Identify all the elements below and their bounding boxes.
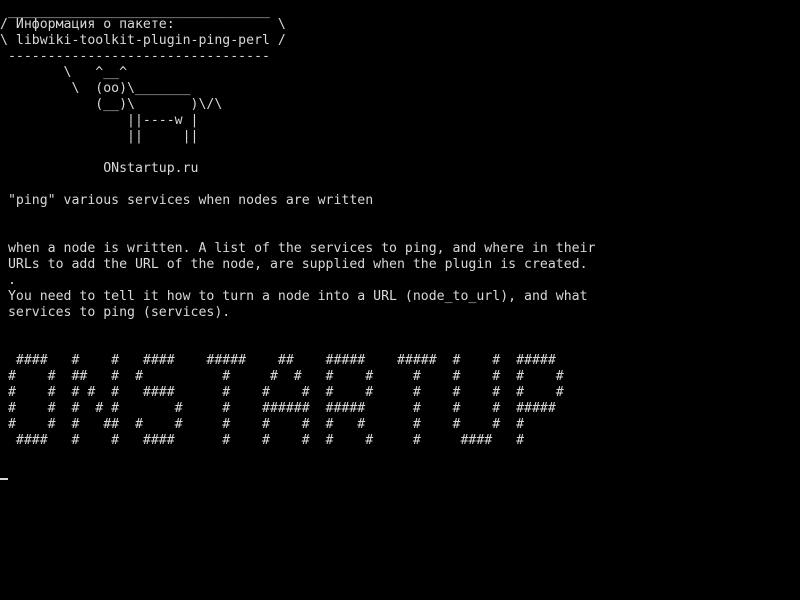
package-summary: "ping" various services when nodes are w… bbox=[0, 193, 374, 208]
ascii-cow-line: ||----w | bbox=[0, 113, 199, 128]
text-cursor bbox=[0, 478, 8, 480]
speech-bubble-line-2: \ libwiki-toolkit-plugin-ping-perl / bbox=[0, 33, 286, 48]
ascii-cow-line: \ (oo)\_______ bbox=[0, 81, 191, 96]
terminal-screen[interactable]: _________________________________ / Инфо… bbox=[0, 0, 800, 600]
speech-bubble-line-1: / Информация о пакете: \ bbox=[0, 17, 286, 32]
ascii-banner-line: # # # # # #### # # # # # # # # # # bbox=[0, 385, 564, 400]
ascii-banner-line: # # ## # # # # # # # # # # # # bbox=[0, 369, 564, 384]
ascii-banner-line: # # # # # # # ###### ##### # # # ##### bbox=[0, 401, 556, 416]
ascii-cow-line: (__)\ )\/\ bbox=[0, 97, 223, 112]
ascii-banner-line: #### # # #### # # # # # # #### # bbox=[0, 433, 525, 448]
ascii-cow-line: || || bbox=[0, 129, 199, 144]
package-description-line: URLs to add the URL of the node, are sup… bbox=[0, 257, 588, 272]
speech-bubble-bottom: --------------------------------- bbox=[0, 49, 270, 64]
package-description-line: services to ping (services). bbox=[0, 305, 231, 320]
site-name: ONstartup.ru bbox=[0, 161, 199, 176]
ascii-cow-line: \ ^__^ bbox=[0, 65, 128, 80]
ascii-banner-line: #### # # #### ##### ## ##### ##### # # #… bbox=[0, 353, 556, 368]
package-description-line: when a node is written. A list of the se… bbox=[0, 241, 596, 256]
package-description-line: You need to tell it how to turn a node i… bbox=[0, 289, 588, 304]
package-description-line: . bbox=[0, 273, 16, 288]
ascii-banner-line: # # # ## # # # # # # # # # # # bbox=[0, 417, 525, 432]
